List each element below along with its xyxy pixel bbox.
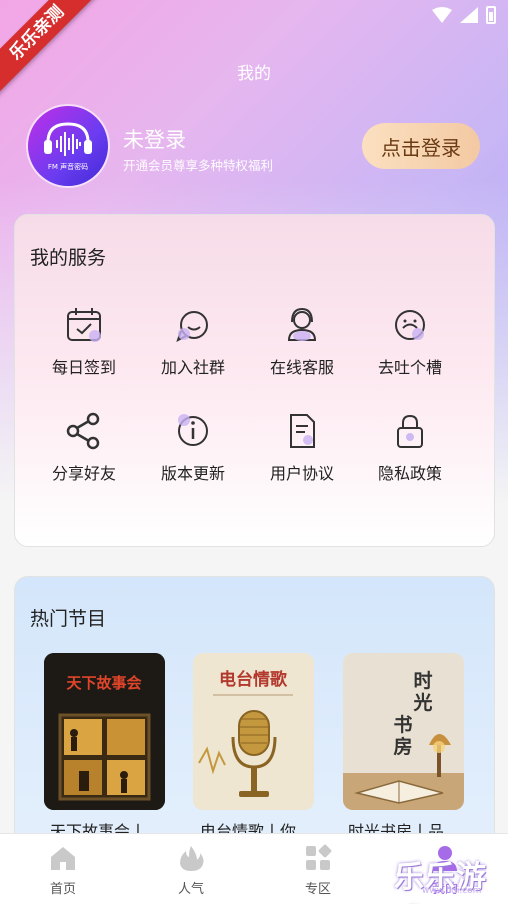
services-title: 我的服务: [30, 247, 107, 269]
service-label: 用户协议: [269, 464, 334, 483]
lock-icon: [397, 414, 423, 448]
tab-popular[interactable]: 人气: [146, 844, 236, 897]
service-version-update[interactable]: 版本更新: [143, 412, 243, 484]
share-icon: [66, 412, 100, 450]
service-daily-checkin[interactable]: 每日签到: [34, 306, 134, 378]
radio-cover-image: 电台情歌: [193, 653, 314, 810]
service-label: 分享好友: [51, 464, 116, 483]
chat-bubble-icon: [176, 311, 208, 342]
cover-title-part: 时: [413, 670, 432, 692]
cover-title-part: 书: [393, 714, 412, 736]
tab-zone[interactable]: 专区: [273, 844, 363, 897]
login-button[interactable]: 点击登录: [362, 123, 480, 169]
tab-label: 首页: [49, 882, 76, 897]
service-share-friends[interactable]: 分享好友: [34, 412, 134, 484]
service-label: 每日签到: [51, 358, 116, 377]
cover-title-part: 房: [393, 735, 412, 758]
flame-icon: [180, 846, 204, 871]
cover-title: 天下故事会: [66, 674, 141, 692]
service-feedback[interactable]: 去吐个槽: [360, 306, 460, 378]
tab-label: 专区: [304, 882, 331, 897]
tab-label: 人气: [177, 882, 204, 897]
tab-home[interactable]: 首页: [18, 844, 108, 897]
service-privacy-policy[interactable]: 隐私政策: [360, 412, 460, 484]
story-cover-image: 天下故事会: [44, 653, 165, 810]
cover-title-part: 光: [412, 691, 432, 714]
program-cover[interactable]: 天下故事会: [44, 653, 165, 810]
service-online-support[interactable]: 在线客服: [252, 306, 352, 378]
service-label: 在线客服: [269, 358, 334, 377]
service-label: 去吐个槽: [377, 358, 442, 377]
battery-icon: [486, 6, 496, 24]
avatar-label: FM 声音密码: [47, 163, 89, 171]
service-label: 版本更新: [160, 464, 225, 483]
user-subtitle: 开通会员尊享多种特权福利: [123, 158, 274, 173]
signal-icon: [460, 7, 478, 23]
document-icon: [290, 414, 315, 448]
headset-icon: [287, 307, 317, 341]
service-join-group[interactable]: 加入社群: [143, 306, 243, 378]
service-label: 加入社群: [160, 358, 225, 377]
program-cover[interactable]: 电台情歌: [193, 653, 314, 810]
page-title: 我的: [237, 64, 271, 84]
program-cover[interactable]: 时 光 书 房: [343, 653, 464, 810]
wifi-icon: [432, 7, 452, 23]
cover-title: 电台情歌: [219, 669, 288, 690]
bookroom-cover-image: 时 光 书 房: [343, 653, 464, 810]
grid-icon: [306, 844, 332, 870]
user-name[interactable]: 未登录: [123, 124, 186, 154]
avatar[interactable]: FM 声音密码: [28, 106, 108, 186]
home-icon: [51, 847, 75, 870]
headphones-icon: [44, 122, 92, 156]
info-icon: [178, 414, 208, 446]
calendar-check-icon: [67, 308, 101, 342]
feedback-icon: [395, 310, 425, 340]
service-user-agreement[interactable]: 用户协议: [252, 412, 352, 484]
site-watermark-url: www.lldi.com: [422, 886, 482, 896]
hot-programs-title: 热门节目: [30, 608, 107, 630]
service-label: 隐私政策: [377, 464, 442, 483]
